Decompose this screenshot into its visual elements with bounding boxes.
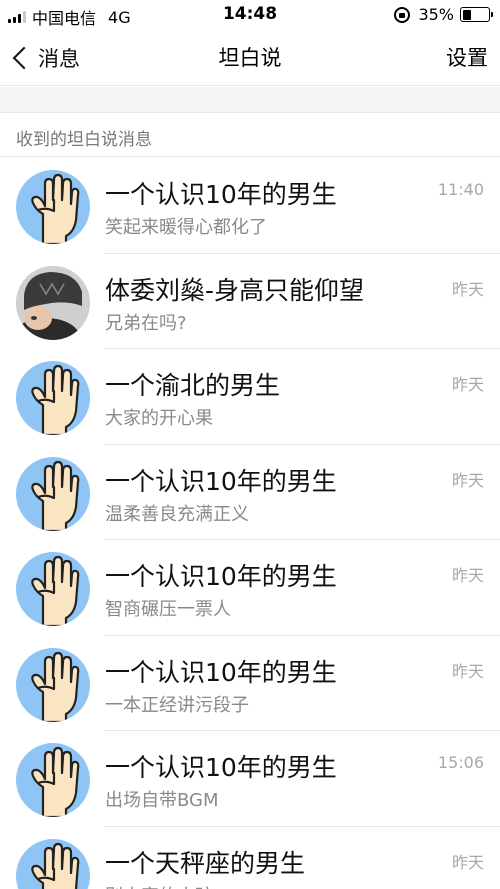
nav-bar: 消息 坦白说 设置	[0, 30, 500, 86]
message-subtitle: 智商碾压一票人	[105, 599, 231, 620]
message-row[interactable]: 体委刘燊-身高只能仰望兄弟在吗? 昨天	[0, 253, 500, 349]
battery-fill	[462, 9, 472, 20]
message-title: 一个认识10年的男生	[105, 466, 337, 496]
hand-avatar-icon[interactable]	[16, 552, 90, 626]
message-row[interactable]: 一个认识10年的男生温柔善良充满正义 昨天	[0, 444, 500, 540]
message-subtitle: 一本正经讲污段子	[105, 694, 249, 716]
hand-avatar-icon[interactable]	[16, 361, 90, 435]
message-row[interactable]: 一个认识10年的男生笑起来暖得心都化了 11:40	[0, 158, 500, 254]
message-row[interactable]: 一个认识10年的男生出场自带BGM 15:06	[0, 731, 500, 827]
status-bar-right: 35%	[394, 5, 493, 24]
message-subtitle: 大家的开心果	[105, 408, 213, 429]
battery-icon	[460, 7, 493, 22]
section-header: 收到的坦白说消息	[0, 114, 500, 157]
message-time: 昨天	[451, 661, 484, 681]
hand-avatar-icon[interactable]	[16, 838, 90, 889]
message-title: 一个渝北的男生	[105, 371, 281, 400]
message-subtitle: 温柔善良充满正义	[105, 503, 249, 525]
message-list: 一个认识10年的男生 笑起来暖得心都化了 11:40 体委刘燊-身高只能仰望 兄弟在吗…	[0, 158, 500, 889]
message-time: 11:40	[437, 180, 484, 199]
message-subtitle: 笑起来暖得心都化了	[105, 217, 267, 238]
message-subtitle: 兄弟在吗?	[105, 312, 187, 334]
hand-avatar-icon[interactable]	[16, 456, 90, 531]
message-title: 一个认识10年的男生	[105, 753, 337, 782]
message-title: 一个认识10年的男生	[105, 657, 337, 687]
message-row[interactable]: 一个渝北的男生大家的开心果 昨天	[0, 349, 500, 445]
message-time: 昨天	[451, 375, 484, 394]
message-row[interactable]: 一个天秤座的男生别人家的小孩 昨天	[0, 826, 500, 889]
avatar-photo[interactable]	[16, 265, 90, 340]
message-time: 昨天	[451, 279, 484, 299]
section-header-label: 收到的坦白说消息	[16, 130, 152, 150]
message-time: 15:06	[437, 753, 484, 772]
message-title: 体委刘燊-身高只能仰望	[105, 275, 365, 305]
page-title: 坦白说	[218, 46, 282, 70]
message-subtitle: 出场自带BGM	[105, 790, 219, 811]
settings-button[interactable]: 设置	[446, 42, 488, 72]
hand-avatar-icon[interactable]	[16, 743, 90, 817]
message-row[interactable]: 一个认识10年的男生一本正经讲污段子 昨天	[0, 635, 500, 731]
hand-avatar-icon[interactable]	[16, 170, 90, 244]
message-title: 一个认识10年的男生	[105, 562, 337, 591]
rotation-lock-icon	[394, 6, 411, 23]
message-time: 昨天	[451, 566, 484, 585]
battery-percent: 35%	[418, 5, 454, 24]
message-title: 一个认识10年的男生	[105, 180, 337, 209]
message-row[interactable]: 一个认识10年的男生智商碾压一票人 昨天	[0, 540, 500, 636]
message-subtitle: 别人家的小孩	[105, 882, 213, 889]
message-title: 一个天秤座的男生	[105, 848, 306, 878]
message-time: 昨天	[451, 470, 484, 490]
message-time: 昨天	[451, 852, 484, 872]
status-bar: 中国电信 4G 14:48 35%	[0, 0, 500, 30]
hand-avatar-icon[interactable]	[16, 647, 90, 722]
separator-band	[0, 87, 500, 113]
